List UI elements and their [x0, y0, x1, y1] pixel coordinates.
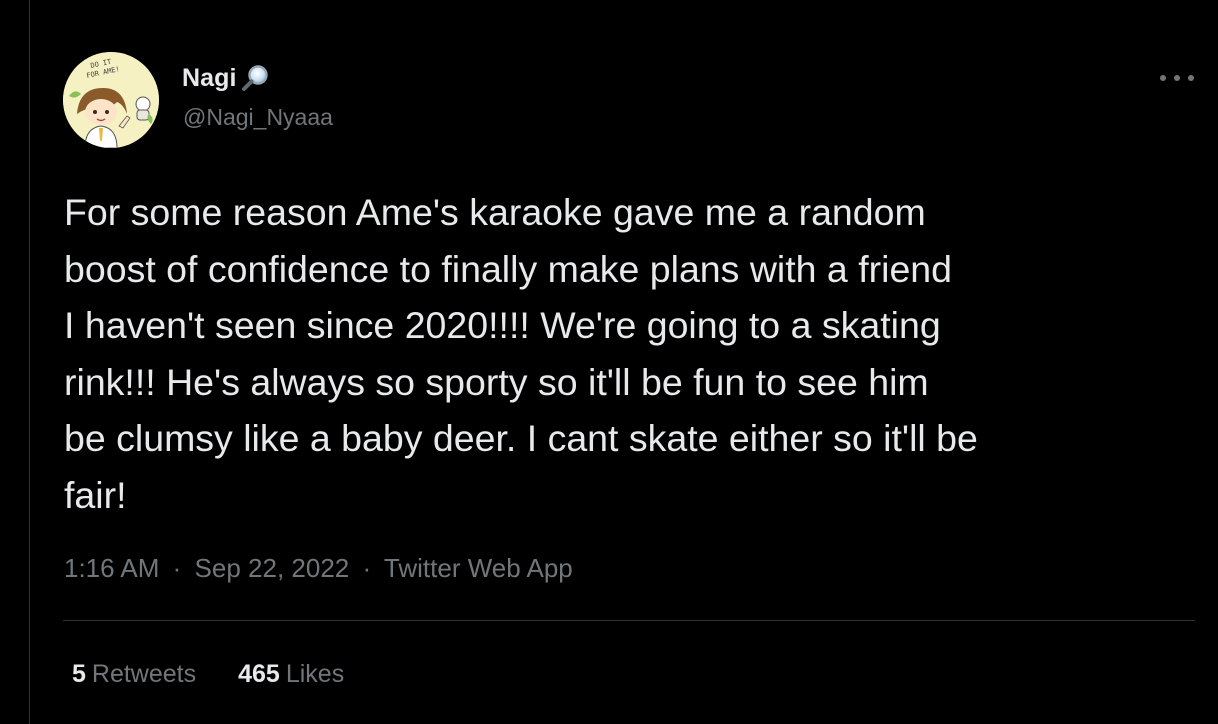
- metadata-separator: ·: [362, 553, 372, 583]
- author-display-name[interactable]: Nagi: [182, 64, 237, 93]
- metadata-separator: ·: [172, 553, 182, 583]
- more-options-icon[interactable]: [1160, 68, 1194, 88]
- retweets-stat[interactable]: 5 Retweets: [72, 660, 196, 689]
- avatar[interactable]: DO IT FOR AME!: [63, 52, 159, 148]
- tweet-text: For some reason Ame's karaoke gave me a …: [64, 191, 978, 516]
- more-dot: [1174, 75, 1180, 81]
- tweet-metadata: 1:16 AM · Sep 22, 2022 · Twitter Web App: [64, 553, 573, 584]
- likes-label: Likes: [285, 660, 345, 688]
- more-dot: [1160, 75, 1166, 81]
- retweets-label: Retweets: [91, 660, 197, 688]
- more-dot: [1188, 75, 1194, 81]
- left-border: [29, 0, 30, 724]
- tweet-date[interactable]: Sep 22, 2022: [195, 553, 350, 583]
- divider: [63, 620, 1195, 621]
- tweet-source: Twitter Web App: [383, 553, 573, 583]
- tweet-time[interactable]: 1:16 AM: [64, 553, 159, 583]
- likes-count: 465: [238, 660, 280, 688]
- author-handle[interactable]: @Nagi_Nyaaa: [183, 104, 333, 131]
- magnifying-glass-icon: [240, 63, 270, 93]
- likes-stat[interactable]: 465 Likes: [238, 660, 344, 689]
- retweets-count: 5: [72, 660, 86, 688]
- engagement-stats: 5 Retweets 465 Likes: [72, 660, 344, 689]
- avatar-image: DO IT FOR AME!: [63, 52, 159, 148]
- author-name-row[interactable]: Nagi: [182, 62, 270, 94]
